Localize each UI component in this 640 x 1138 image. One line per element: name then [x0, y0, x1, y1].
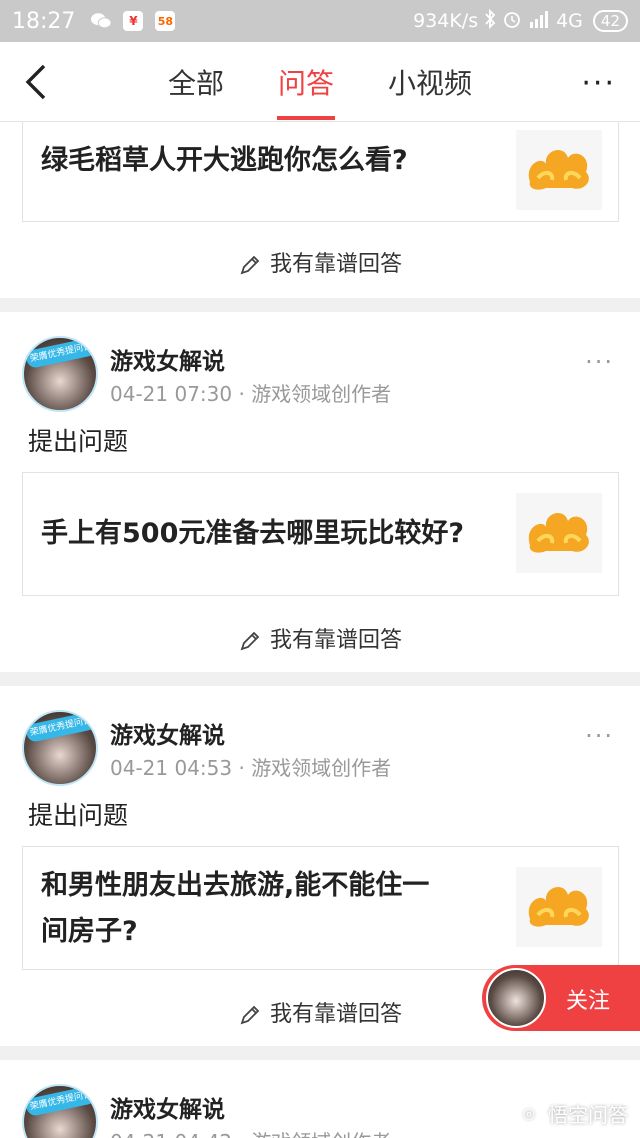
- chevron-left-icon: [25, 64, 46, 100]
- post-time: 04-21 04:53: [110, 756, 233, 780]
- author-name[interactable]: 游戏女解说: [110, 1090, 225, 1124]
- answer-label: 我有靠谱回答: [269, 628, 402, 653]
- post-time: 04-21 04:42: [110, 1130, 232, 1138]
- status-right: 934K/s 4G 42: [413, 8, 628, 34]
- status-bar: 18:27 ¥ 58 934K/s 4G 42: [0, 0, 640, 42]
- avatar-ribbon: 荣膺优秀提问官: [24, 338, 96, 370]
- watermark: ◎ 悟空问答: [516, 1099, 628, 1128]
- question-box[interactable]: 和男性朋友出去旅游,能不能住一 间房子?: [22, 846, 619, 970]
- question-box[interactable]: 手上有500元准备去哪里玩比较好?: [22, 472, 619, 596]
- question-box[interactable]: 绿毛稻草人开大逃跑你怎么看?: [22, 122, 619, 222]
- follow-avatar: [486, 968, 546, 1028]
- alarm-icon: [502, 9, 522, 34]
- status-time: 18:27: [12, 8, 76, 34]
- wechat-icon: [91, 11, 112, 31]
- question-title: 手上有500元准备去哪里玩比较好?: [41, 518, 465, 549]
- author-name[interactable]: 游戏女解说: [110, 342, 225, 376]
- post-meta: 04-21 04:53 · 游戏领域创作者: [110, 756, 392, 780]
- wukong-watermark-icon: ◎: [516, 1100, 542, 1127]
- post-meta: 04-21 07:30 · 游戏领域创作者: [110, 382, 392, 406]
- bluetooth-icon: [484, 8, 496, 34]
- battery-indicator: 42: [592, 10, 628, 32]
- avatar-ribbon: 荣膺优秀提问官: [24, 1086, 96, 1118]
- network-type: 4G: [556, 10, 583, 32]
- tab-qa[interactable]: 问答: [278, 62, 334, 102]
- post-time: 04-21 07:30: [110, 382, 233, 406]
- watermark-text: 悟空问答: [548, 1103, 628, 1127]
- answer-action[interactable]: 我有靠谱回答: [0, 622, 640, 654]
- avatar[interactable]: 荣膺优秀提问官: [22, 710, 98, 786]
- ask-label: 提出问题: [28, 427, 129, 456]
- question-title: 绿毛稻草人开大逃跑你怎么看?: [41, 145, 408, 176]
- question-title-line1: 和男性朋友出去旅游,能不能住一: [41, 870, 430, 901]
- network-speed: 934K/s: [413, 10, 479, 32]
- active-tab-indicator: [277, 116, 335, 120]
- author-role: 游戏领域创作者: [251, 756, 392, 780]
- yen-app-icon: ¥: [123, 11, 144, 31]
- card-more-button[interactable]: ···: [585, 722, 614, 750]
- wukong-logo-icon: [516, 867, 602, 947]
- wukong-logo-icon: [516, 130, 602, 210]
- feed-card: 绿毛稻草人开大逃跑你怎么看? 我有靠谱回答: [0, 122, 640, 298]
- back-button[interactable]: [18, 60, 58, 104]
- follow-label: 关注: [566, 989, 611, 1014]
- pencil-icon: [240, 1005, 260, 1025]
- more-menu-button[interactable]: ···: [581, 66, 616, 101]
- post-meta: 04-21 04:42 · 游戏领域创作者: [110, 1126, 391, 1138]
- top-nav: 全部 问答 小视频 ···: [0, 42, 640, 122]
- avatar[interactable]: 荣膺优秀提问官: [22, 1084, 98, 1138]
- card-more-button[interactable]: ···: [585, 348, 614, 376]
- tab-all[interactable]: 全部: [168, 62, 224, 102]
- tab-short-video[interactable]: 小视频: [388, 62, 472, 102]
- author-role: 游戏领域创作者: [251, 1130, 391, 1138]
- author-name[interactable]: 游戏女解说: [110, 716, 225, 750]
- question-title-line2: 间房子?: [41, 916, 138, 947]
- avatar-ribbon: 荣膺优秀提问官: [24, 712, 96, 744]
- pencil-icon: [240, 631, 260, 651]
- author-role: 游戏领域创作者: [251, 382, 392, 406]
- answer-label: 我有靠谱回答: [269, 252, 402, 277]
- avatar[interactable]: 荣膺优秀提问官: [22, 336, 98, 412]
- pencil-icon: [240, 255, 260, 275]
- signal-icon: [528, 10, 550, 33]
- wukong-logo-icon: [516, 493, 602, 573]
- follow-button[interactable]: 关注: [482, 965, 640, 1031]
- answer-action[interactable]: 我有靠谱回答: [0, 246, 640, 278]
- 58-app-icon: 58: [155, 11, 176, 31]
- ask-label: 提出问题: [28, 801, 129, 830]
- answer-label: 我有靠谱回答: [269, 1002, 402, 1027]
- feed-card: 荣膺优秀提问官 游戏女解说 ··· 04-21 07:30 · 游戏领域创作者 …: [0, 312, 640, 672]
